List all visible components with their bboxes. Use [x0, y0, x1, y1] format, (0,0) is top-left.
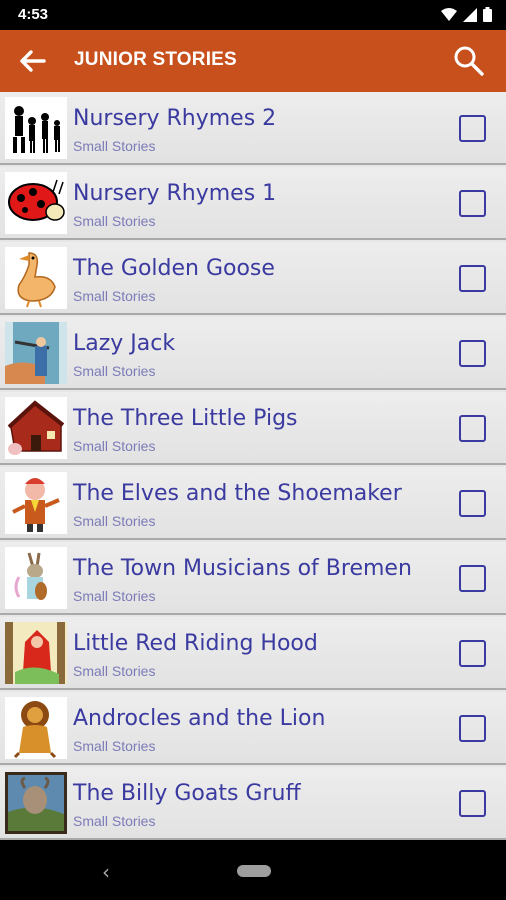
ladybug-icon [5, 172, 67, 234]
lion-icon [5, 697, 67, 759]
story-checkbox[interactable] [459, 640, 486, 667]
story-subtitle: Small Stories [73, 588, 156, 604]
red-riding-hood-icon [5, 622, 67, 684]
list-item[interactable]: The Elves and the Shoemaker Small Storie… [0, 467, 506, 540]
story-title: Nursery Rhymes 2 [73, 106, 277, 131]
battery-icon [483, 7, 492, 22]
story-subtitle: Small Stories [73, 288, 156, 304]
story-title: The Three Little Pigs [73, 406, 298, 431]
status-time: 4:53 [18, 6, 49, 23]
status-icons [441, 7, 492, 22]
story-subtitle: Small Stories [73, 663, 156, 679]
story-checkbox[interactable] [459, 490, 486, 517]
system-nav-bar: ‹ [0, 840, 506, 900]
story-subtitle: Small Stories [73, 438, 156, 454]
story-title: The Golden Goose [73, 256, 275, 281]
red-house-icon [5, 397, 67, 459]
app-title: JUNIOR STORIES [74, 49, 237, 70]
story-checkbox[interactable] [459, 115, 486, 142]
list-item[interactable]: The Town Musicians of Bremen Small Stori… [0, 542, 506, 615]
story-title: Little Red Riding Hood [73, 631, 318, 656]
lazy-jack-icon [5, 322, 67, 384]
wifi-icon [441, 7, 457, 21]
story-checkbox[interactable] [459, 715, 486, 742]
story-checkbox[interactable] [459, 265, 486, 292]
silhouette-family-icon [5, 97, 67, 159]
story-subtitle: Small Stories [73, 738, 156, 754]
goose-icon [5, 247, 67, 309]
story-checkbox[interactable] [459, 340, 486, 367]
status-bar: 4:53 [0, 0, 506, 30]
story-subtitle: Small Stories [73, 138, 156, 154]
app-bar: JUNIOR STORIES [0, 30, 506, 92]
back-arrow-icon[interactable] [16, 44, 50, 78]
list-item[interactable]: Androcles and the Lion Small Stories [0, 692, 506, 765]
list-item[interactable]: The Golden Goose Small Stories [0, 242, 506, 315]
story-checkbox[interactable] [459, 415, 486, 442]
story-title: The Town Musicians of Bremen [73, 556, 412, 581]
story-checkbox[interactable] [459, 790, 486, 817]
story-title: Lazy Jack [73, 331, 176, 356]
signal-icon [463, 7, 477, 22]
story-subtitle: Small Stories [73, 513, 156, 529]
billy-goat-icon [5, 772, 67, 834]
story-title: The Elves and the Shoemaker [73, 481, 402, 506]
search-icon[interactable] [452, 44, 486, 78]
story-title: Nursery Rhymes 1 [73, 181, 277, 206]
list-item[interactable]: Little Red Riding Hood Small Stories [0, 617, 506, 690]
list-item[interactable]: The Three Little Pigs Small Stories [0, 392, 506, 465]
story-title: The Billy Goats Gruff [73, 781, 301, 806]
story-checkbox[interactable] [459, 565, 486, 592]
story-subtitle: Small Stories [73, 363, 156, 379]
story-list: Nursery Rhymes 2 Small Stories Nursery R… [0, 92, 506, 840]
story-title: Androcles and the Lion [73, 706, 326, 731]
list-item[interactable]: Nursery Rhymes 1 Small Stories [0, 167, 506, 240]
list-item[interactable]: Nursery Rhymes 2 Small Stories [0, 92, 506, 165]
nav-home-pill[interactable] [237, 865, 271, 877]
story-subtitle: Small Stories [73, 813, 156, 829]
story-subtitle: Small Stories [73, 213, 156, 229]
list-item[interactable]: Lazy Jack Small Stories [0, 317, 506, 390]
list-item[interactable]: The Billy Goats Gruff Small Stories [0, 767, 506, 840]
story-checkbox[interactable] [459, 190, 486, 217]
donkey-musician-icon [5, 547, 67, 609]
nav-back-icon[interactable]: ‹ [102, 860, 110, 884]
elf-icon [5, 472, 67, 534]
